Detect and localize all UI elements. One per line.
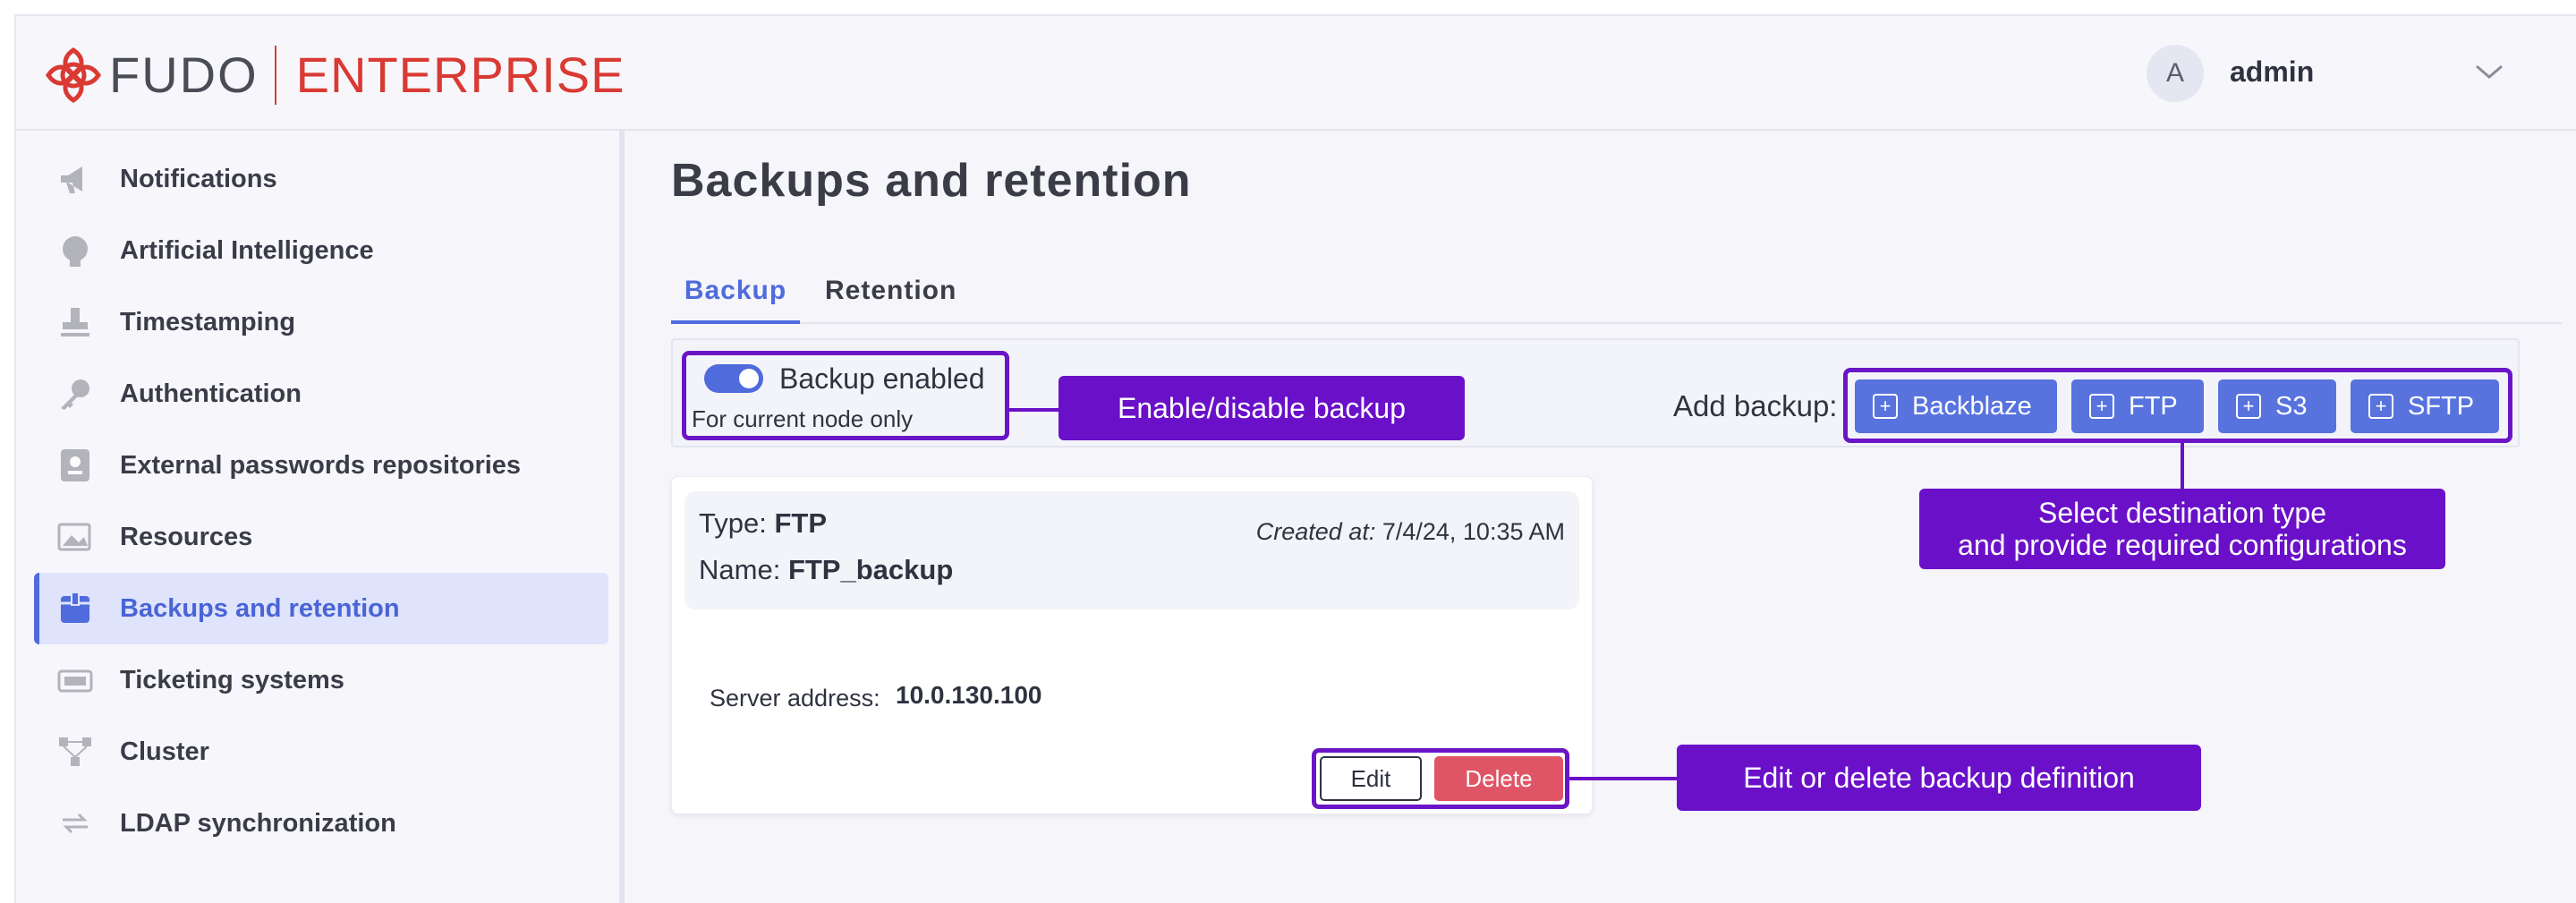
sidebar-item-timestamping[interactable]: Timestamping xyxy=(34,286,608,358)
toggle-highlight-box: Backup enabled For current node only xyxy=(682,351,1009,440)
backup-type-label: Type: xyxy=(699,507,767,539)
backup-name: Name: FTP_backup xyxy=(699,554,953,586)
chevron-down-icon[interactable] xyxy=(2471,57,2507,86)
sidebar-item-authentication[interactable]: Authentication xyxy=(34,358,608,430)
page-title: Backups and retention xyxy=(671,155,1192,207)
sidebar-item-notifications[interactable]: Notifications xyxy=(34,143,608,215)
plus-icon: + xyxy=(1873,394,1898,419)
brand-logo[interactable]: FUDO ENTERPRISE xyxy=(43,41,625,109)
sidebar-item-artificial-intelligence[interactable]: Artificial Intelligence xyxy=(34,215,608,286)
tab-bar: Backup Retention xyxy=(671,268,2562,324)
toggle-sublabel: For current node only xyxy=(692,405,914,432)
backup-enabled-toggle[interactable] xyxy=(704,364,763,393)
add-ftp-label: FTP xyxy=(2129,391,2178,421)
actions-highlight-box: Edit Delete xyxy=(1312,748,1569,809)
add-backblaze-button[interactable]: + Backblaze xyxy=(1855,379,2057,433)
sidebar-item-label: Cluster xyxy=(120,737,209,766)
annotation-toggle: Enable/disable backup xyxy=(1058,376,1465,440)
megaphone-icon xyxy=(61,166,82,193)
sidebar-item-ldap-synchronization[interactable]: LDAP synchronization xyxy=(34,788,608,859)
image-icon xyxy=(57,523,91,551)
server-address-value: 10.0.130.100 xyxy=(896,681,1042,709)
plus-icon: + xyxy=(2089,394,2114,419)
user-avatar[interactable]: A xyxy=(2147,45,2204,102)
annotation-actions: Edit or delete backup definition xyxy=(1677,745,2201,811)
plus-icon: + xyxy=(2236,394,2261,419)
annotation-destination: Select destination type and provide requ… xyxy=(1919,489,2445,569)
add-s3-label: S3 xyxy=(2275,391,2308,421)
add-sftp-button[interactable]: + SFTP xyxy=(2351,379,2499,433)
toggle-knob xyxy=(739,369,759,388)
top-header: FUDO ENTERPRISE A admin xyxy=(16,16,2576,131)
sidebar-item-external-passwords-repositories[interactable]: External passwords repositories xyxy=(34,430,608,501)
fudo-logo-icon xyxy=(45,47,102,104)
ticket-icon xyxy=(57,669,93,693)
archive-icon xyxy=(61,592,89,623)
sync-icon xyxy=(63,813,88,834)
sidebar-item-label: Notifications xyxy=(120,164,277,193)
logo-text-enterprise: ENTERPRISE xyxy=(295,47,625,103)
sidebar-item-resources[interactable]: Resources xyxy=(34,501,608,573)
sidebar-item-label: Ticketing systems xyxy=(120,665,344,694)
sidebar-item-label: LDAP synchronization xyxy=(120,808,396,838)
sidebar-item-label: Authentication xyxy=(120,379,302,408)
server-address-label: Server address: xyxy=(710,685,880,711)
toggle-label: Backup enabled xyxy=(779,362,985,395)
cluster-icon xyxy=(59,737,91,766)
user-name[interactable]: admin xyxy=(2230,55,2314,89)
tab-retention[interactable]: Retention xyxy=(825,268,956,324)
vault-icon xyxy=(61,449,89,481)
annotation-connector xyxy=(1569,777,1679,780)
backup-type: Type: FTP xyxy=(699,507,827,540)
add-ftp-button[interactable]: + FTP xyxy=(2071,379,2204,433)
add-backblaze-label: Backblaze xyxy=(1912,391,2032,421)
sidebar: Notifications Artificial Intelligence Ti… xyxy=(16,131,625,903)
sidebar-item-label: Timestamping xyxy=(120,307,296,336)
sidebar-item-label: External passwords repositories xyxy=(120,450,522,480)
logo-text-fudo: FUDO xyxy=(109,47,259,103)
logo-separator xyxy=(274,46,276,105)
created-at-label: Created at: xyxy=(1255,518,1376,545)
plus-icon: + xyxy=(2368,394,2393,419)
created-at-value: 7/4/24, 10:35 AM xyxy=(1382,518,1565,545)
add-sftp-label: SFTP xyxy=(2408,391,2475,421)
add-backup-label: Add backup: xyxy=(1673,389,1838,422)
annotation-destination-line1: Select destination type xyxy=(2038,497,2326,529)
backup-name-label: Name: xyxy=(699,554,781,585)
tab-backup[interactable]: Backup xyxy=(671,268,800,324)
stamp-icon xyxy=(61,308,89,336)
backup-card-header: Type: FTP Name: FTP_backup Created at: 7… xyxy=(684,491,1579,609)
sidebar-item-label: Artificial Intelligence xyxy=(120,235,374,265)
annotation-connector xyxy=(2181,443,2184,490)
delete-button[interactable]: Delete xyxy=(1434,756,1563,801)
brain-icon xyxy=(63,236,88,267)
sidebar-item-label: Backups and retention xyxy=(120,593,400,623)
sidebar-item-cluster[interactable]: Cluster xyxy=(34,716,608,788)
annotation-destination-line2: and provide required configurations xyxy=(1958,529,2407,561)
annotation-connector xyxy=(1009,408,1059,412)
backup-type-value: FTP xyxy=(774,507,828,539)
edit-button[interactable]: Edit xyxy=(1320,756,1422,801)
key-icon xyxy=(61,379,89,410)
add-s3-button[interactable]: + S3 xyxy=(2218,379,2336,433)
backup-name-value: FTP_backup xyxy=(787,554,954,585)
backup-created-at: Created at: 7/4/24, 10:35 AM xyxy=(1256,518,1565,546)
sidebar-item-ticketing-systems[interactable]: Ticketing systems xyxy=(34,644,608,716)
sidebar-item-backups-and-retention[interactable]: Backups and retention xyxy=(34,573,608,644)
sidebar-item-label: Resources xyxy=(120,522,253,551)
add-backup-highlight-box: + Backblaze + FTP + S3 + SFTP xyxy=(1843,368,2512,443)
